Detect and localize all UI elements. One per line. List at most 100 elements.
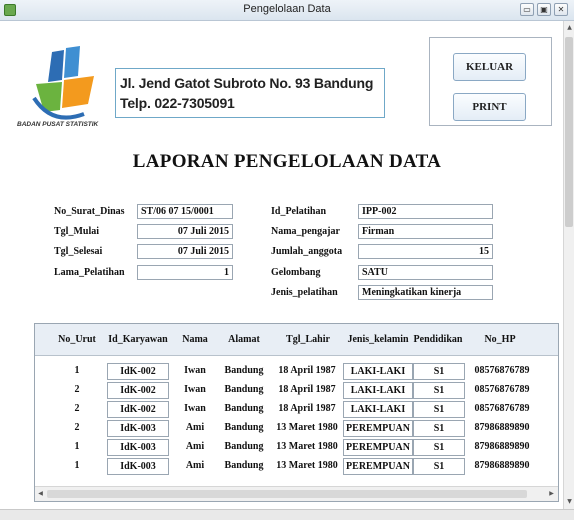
scroll-right-icon[interactable]: ▶ <box>547 489 556 499</box>
nama-cell[interactable]: Iwan <box>173 401 217 418</box>
horizontal-scrollbar[interactable]: ◀ ▶ <box>35 486 558 501</box>
column-header[interactable]: No_Urut <box>51 334 103 345</box>
no-urut-cell[interactable]: 1 <box>63 458 91 475</box>
column-header[interactable]: Tgl_Lahir <box>271 334 345 345</box>
jenis-kelamin-cell[interactable]: LAKI-LAKI <box>343 382 413 399</box>
alamat-cell[interactable]: Bandung <box>219 458 269 475</box>
window-title: Pengelolaan Data <box>243 3 331 15</box>
column-header[interactable]: Pendidikan <box>411 334 465 345</box>
jenis-kelamin-cell[interactable]: LAKI-LAKI <box>343 363 413 380</box>
table-row[interactable]: 2 IdK-002 Iwan Bandung 18 April 1987 LAKI-LAK… <box>35 401 558 418</box>
table-row[interactable]: 1 IdK-003 Ami Bandung 13 Maret 1980 PEREMPUAN… <box>35 439 558 456</box>
jumlah-anggota-field[interactable]: 15 <box>358 244 493 259</box>
column-header[interactable]: Alamat <box>219 334 269 345</box>
alamat-cell[interactable]: Bandung <box>219 382 269 399</box>
lama-pelatihan-label: Lama_Pelatihan <box>54 267 125 278</box>
pendidikan-cell[interactable]: S1 <box>413 382 465 399</box>
no-hp-cell[interactable]: 08576876789 <box>469 363 535 380</box>
no-hp-cell[interactable]: 87986889890 <box>469 420 535 437</box>
alamat-cell[interactable]: Bandung <box>219 401 269 418</box>
jenis-kelamin-cell[interactable]: LAKI-LAKI <box>343 401 413 418</box>
nama-cell[interactable]: Ami <box>173 439 217 456</box>
nama-cell[interactable]: Iwan <box>173 363 217 380</box>
title-bar: Pengelolaan Data ▭ ▣ ✕ <box>0 0 574 21</box>
gelombang-label: Gelombang <box>271 267 321 278</box>
jenis-kelamin-cell[interactable]: PEREMPUAN <box>343 458 413 475</box>
report-title: LAPORAN PENGELOLAAN DATA <box>132 151 442 172</box>
minimize-button[interactable]: ▭ <box>520 3 534 16</box>
vertical-scrollbar[interactable]: ▲ ▼ <box>563 21 574 509</box>
address-line: Jl. Jend Gatot Subroto No. 93 Bandung <box>120 75 374 91</box>
gelombang-field[interactable]: SATU <box>358 265 493 280</box>
tgl-mulai-field[interactable]: 07 Juli 2015 <box>137 224 233 239</box>
nama-cell[interactable]: Ami <box>173 458 217 475</box>
maximize-button[interactable]: ▣ <box>537 3 551 16</box>
horizontal-scroll-thumb[interactable] <box>47 490 527 498</box>
column-header[interactable]: Jenis_kelamin <box>340 334 416 345</box>
column-header[interactable]: Nama <box>173 334 217 345</box>
pendidikan-cell[interactable]: S1 <box>413 458 465 475</box>
no-urut-cell[interactable]: 2 <box>63 401 91 418</box>
lama-pelatihan-field[interactable]: 1 <box>137 265 233 280</box>
alamat-cell[interactable]: Bandung <box>219 420 269 437</box>
jenis-kelamin-cell[interactable]: PEREMPUAN <box>343 439 413 456</box>
no-hp-cell[interactable]: 87986889890 <box>469 458 535 475</box>
jumlah-anggota-label: Jumlah_anggota <box>271 246 343 257</box>
jenis-pelatihan-field[interactable]: Meningkatikan kinerja <box>358 285 493 300</box>
data-grid[interactable]: No_Urut Id_Karyawan Nama Alamat Tgl_Lahi… <box>34 323 559 502</box>
logo-caption: BADAN PUSAT STATISTIK <box>17 121 99 128</box>
keluar-button[interactable]: KELUAR <box>453 53 526 81</box>
id-karyawan-cell[interactable]: IdK-002 <box>107 401 169 418</box>
tgl-lahir-cell[interactable]: 18 April 1987 <box>271 382 343 399</box>
table-row[interactable]: 1 IdK-003 Ami Bandung 13 Maret 1980 PEREMPUAN… <box>35 458 558 475</box>
no-urut-cell[interactable]: 2 <box>63 382 91 399</box>
jenis-kelamin-cell[interactable]: PEREMPUAN <box>343 420 413 437</box>
no-surat-dinas-field[interactable]: ST/06 07 15/0001 <box>137 204 233 219</box>
id-pelatihan-field[interactable]: IPP-002 <box>358 204 493 219</box>
scroll-left-icon[interactable]: ◀ <box>36 489 45 499</box>
no-surat-dinas-label: No_Surat_Dinas <box>54 206 125 217</box>
no-urut-cell[interactable]: 1 <box>63 439 91 456</box>
id-karyawan-cell[interactable]: IdK-003 <box>107 439 169 456</box>
jenis-pelatihan-label: Jenis_pelatihan <box>271 287 338 298</box>
id-pelatihan-label: Id_Pelatihan <box>271 206 327 217</box>
tgl-lahir-cell[interactable]: 18 April 1987 <box>271 363 343 380</box>
no-hp-cell[interactable]: 08576876789 <box>469 401 535 418</box>
no-urut-cell[interactable]: 1 <box>63 363 91 380</box>
tgl-mulai-label: Tgl_Mulai <box>54 226 100 237</box>
tgl-lahir-cell[interactable]: 13 Maret 1980 <box>271 439 343 456</box>
id-karyawan-cell[interactable]: IdK-003 <box>107 458 169 475</box>
nama-pengajar-field[interactable]: Firman <box>358 224 493 239</box>
table-row[interactable]: 2 IdK-002 Iwan Bandung 18 April 1987 LAKI-LAK… <box>35 382 558 399</box>
scroll-up-icon[interactable]: ▲ <box>565 23 574 33</box>
tgl-lahir-cell[interactable]: 13 Maret 1980 <box>271 458 343 475</box>
pendidikan-cell[interactable]: S1 <box>413 401 465 418</box>
no-urut-cell[interactable]: 2 <box>63 420 91 437</box>
no-hp-cell[interactable]: 08576876789 <box>469 382 535 399</box>
tgl-lahir-cell[interactable]: 13 Maret 1980 <box>271 420 343 437</box>
table-row[interactable]: 1 IdK-002 Iwan Bandung 18 April 1987 LAKI-LAK… <box>35 363 558 380</box>
nama-cell[interactable]: Iwan <box>173 382 217 399</box>
id-karyawan-cell[interactable]: IdK-003 <box>107 420 169 437</box>
tgl-selesai-field[interactable]: 07 Juli 2015 <box>137 244 233 259</box>
phone-line: Telp. 022-7305091 <box>120 95 235 111</box>
pendidikan-cell[interactable]: S1 <box>413 363 465 380</box>
pendidikan-cell[interactable]: S1 <box>413 420 465 437</box>
status-strip <box>0 509 574 520</box>
scroll-down-icon[interactable]: ▼ <box>565 497 574 507</box>
alamat-cell[interactable]: Bandung <box>219 363 269 380</box>
print-button[interactable]: PRINT <box>453 93 526 121</box>
tgl-selesai-label: Tgl_Selesai <box>54 246 103 257</box>
no-hp-cell[interactable]: 87986889890 <box>469 439 535 456</box>
column-header[interactable]: Id_Karyawan <box>103 334 173 345</box>
pendidikan-cell[interactable]: S1 <box>413 439 465 456</box>
nama-cell[interactable]: Ami <box>173 420 217 437</box>
column-header[interactable]: No_HP <box>467 334 533 345</box>
close-button[interactable]: ✕ <box>554 3 568 16</box>
table-row[interactable]: 2 IdK-003 Ami Bandung 13 Maret 1980 PEREMPUAN… <box>35 420 558 437</box>
id-karyawan-cell[interactable]: IdK-002 <box>107 382 169 399</box>
vertical-scroll-thumb[interactable] <box>565 37 573 227</box>
alamat-cell[interactable]: Bandung <box>219 439 269 456</box>
id-karyawan-cell[interactable]: IdK-002 <box>107 363 169 380</box>
tgl-lahir-cell[interactable]: 18 April 1987 <box>271 401 343 418</box>
